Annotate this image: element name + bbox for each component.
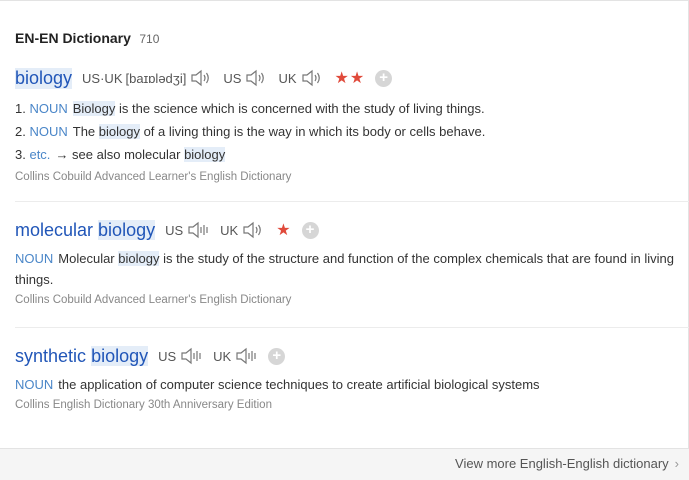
headword-part: synthetic (15, 345, 87, 366)
highlighted-term: biology (118, 251, 160, 266)
star-rating: ★★ (334, 70, 366, 87)
definition: NOUN Molecular biology is the study of th… (15, 248, 677, 290)
definition-text: is the science which is concerned with t… (115, 101, 485, 116)
list-item: 2. NOUN The biology of a living thing is … (15, 120, 677, 143)
entry-synthetic-biology: synthetic biology US UK + NOUN the applic… (15, 344, 677, 411)
speaker-icon[interactable] (300, 67, 324, 89)
view-more-label: View more English-English dictionary (455, 456, 669, 471)
divider (15, 327, 689, 328)
dictionary-count: 710 (139, 32, 160, 46)
dictionary-source: Collins Cobuild Advanced Learner's Engli… (15, 294, 292, 306)
part-of-speech: NOUN (29, 124, 68, 139)
pronunciation-us: US (223, 67, 268, 89)
pronunciation-uk: UK (220, 219, 265, 241)
top-border (0, 0, 689, 1)
pronunciation-us-uk: US·UK [baɪɒlədʒi] (82, 67, 213, 89)
footer-bar: View more English-English dictionary › (0, 448, 689, 480)
pronunciation-us: US (165, 219, 210, 241)
add-icon[interactable]: + (301, 221, 319, 239)
dictionary-source: Collins Cobuild Advanced Learner's Engli… (15, 171, 292, 183)
part-of-speech: etc. (29, 147, 51, 162)
definition-text: → see also molecular (55, 147, 185, 162)
pronunciation-uk: UK (213, 345, 258, 367)
pronunciation-label: UK (220, 222, 239, 238)
speaker-icon[interactable] (244, 67, 268, 89)
dictionary-header: EN-EN Dictionary 710 (15, 29, 159, 47)
part-of-speech: NOUN (15, 377, 54, 392)
highlighted-term: biology (98, 124, 140, 139)
definition-text: the application of computer science tech… (58, 377, 540, 392)
list-item: 1. NOUN Biology is the science which is c… (15, 97, 677, 120)
headword-link[interactable]: biology (15, 67, 73, 89)
speaker-icon[interactable] (234, 345, 258, 367)
pronunciation-label: US (223, 70, 242, 86)
entry-biology: biology US·UK [baɪɒlədʒi] US UK ★★ + 1. … (15, 66, 677, 183)
dictionary-source: Collins English Dictionary 30th Annivers… (15, 399, 272, 411)
pronunciation-label: UK (278, 70, 297, 86)
highlighted-term[interactable]: biology (184, 147, 226, 162)
speaker-icon[interactable] (241, 219, 265, 241)
dictionary-title: EN-EN Dictionary (15, 30, 131, 46)
headword-highlight: biology (91, 345, 149, 366)
sense-number: 2. (15, 124, 26, 139)
pronunciation-us: US (158, 345, 203, 367)
star-rating: ★ (276, 222, 292, 239)
definition-text: The (72, 124, 99, 139)
sense-list: 1. NOUN Biology is the science which is c… (15, 97, 677, 166)
definition-text: Molecular (58, 251, 119, 266)
entry-headline: biology US·UK [baɪɒlədʒi] US UK ★★ + (15, 66, 677, 90)
headword-highlight: biology (98, 219, 156, 240)
entry-headline: synthetic biology US UK + (15, 344, 677, 368)
pronunciation-uk: UK (278, 67, 323, 89)
sense-number: 3. (15, 147, 26, 162)
pronunciation-label: US·UK (82, 70, 123, 86)
speaker-icon[interactable] (179, 345, 203, 367)
view-more-link[interactable]: View more English-English dictionary › (455, 456, 679, 471)
entry-headline: molecular biology US UK ★ + (15, 218, 677, 242)
pronunciation-label: UK (213, 348, 232, 364)
speaker-icon[interactable] (189, 67, 213, 89)
part-of-speech: NOUN (15, 251, 54, 266)
add-icon[interactable]: + (375, 69, 393, 87)
speaker-icon[interactable] (186, 219, 210, 241)
headword-link[interactable]: molecular biology (15, 219, 156, 241)
definition-text: of a living thing is the way in which it… (139, 124, 486, 139)
definition: NOUN the application of computer science … (15, 374, 677, 395)
list-item: 3. etc. → see also molecular biology (15, 143, 677, 166)
highlighted-term: Biology (72, 101, 116, 116)
pronunciation-label: US (165, 222, 184, 238)
sense-number: 1. (15, 101, 26, 116)
phonetic-text: [baɪɒlədʒi] (125, 70, 187, 86)
add-icon[interactable]: + (268, 347, 286, 365)
part-of-speech: NOUN (29, 101, 68, 116)
chevron-right-icon: › (674, 456, 679, 471)
divider (15, 201, 689, 202)
entry-molecular-biology: molecular biology US UK ★ + NOUN Molecula… (15, 218, 677, 306)
headword-link[interactable]: synthetic biology (15, 345, 149, 367)
pronunciation-label: US (158, 348, 177, 364)
headword-part: molecular (15, 219, 94, 240)
